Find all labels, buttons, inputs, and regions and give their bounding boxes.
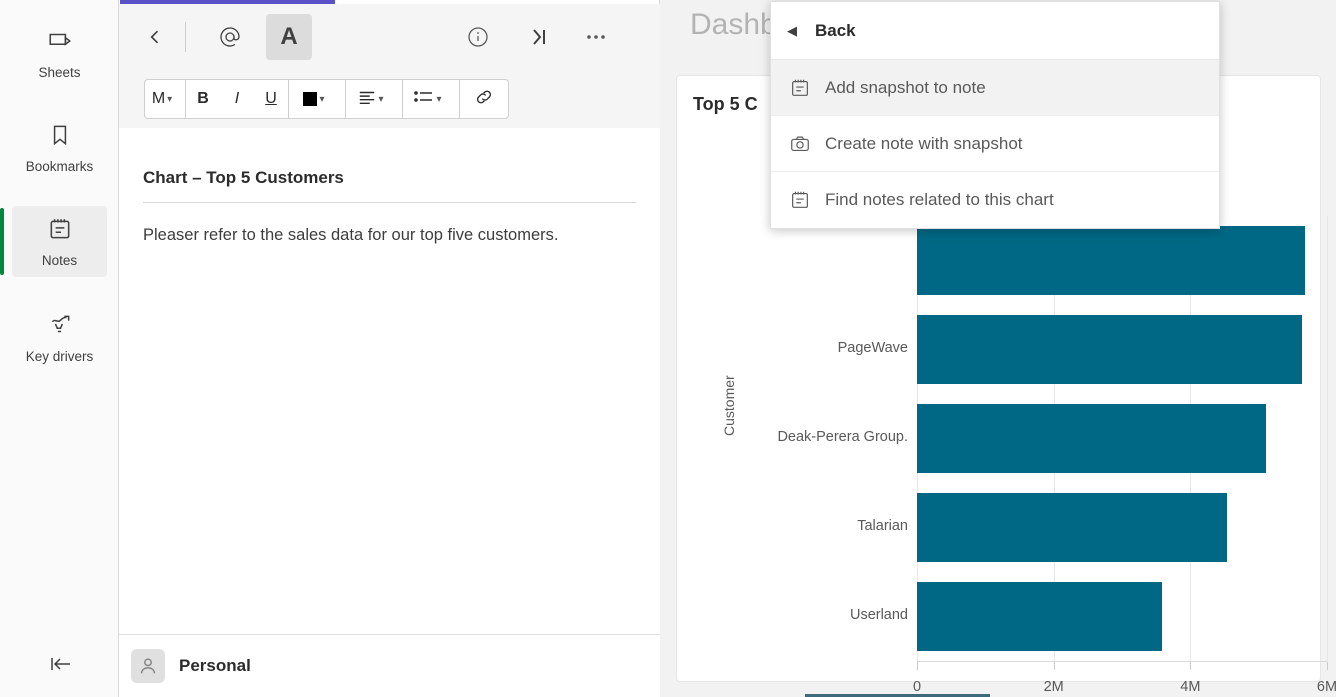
menu-item-list: Add snapshot to note Create note with sna… — [771, 60, 1219, 228]
chevron-down-icon: ▾ — [167, 93, 173, 105]
text-align-group: ▾ — [346, 79, 403, 119]
text-style-dropdown[interactable]: M ▾ — [145, 80, 185, 118]
sidebar-item-label: Sheets — [38, 65, 81, 80]
sidebar-item-notes[interactable]: Notes — [0, 206, 107, 278]
page-title: Dashb — [690, 8, 777, 41]
bookmark-icon — [47, 122, 73, 148]
info-button[interactable] — [458, 17, 498, 57]
active-indicator — [0, 208, 4, 276]
text-align-left-icon — [358, 89, 376, 110]
context-menu: ◀ Back Add snapshot to note Create note w… — [770, 1, 1220, 229]
link-group — [460, 79, 509, 119]
chevron-down-icon: ▾ — [378, 93, 384, 105]
sidebar-item-sheets[interactable]: Sheets — [12, 18, 107, 89]
bar[interactable] — [917, 492, 1228, 563]
note-title: Chart – Top 5 Customers — [143, 168, 636, 203]
text-emphasis-group: B I U — [186, 79, 289, 119]
link-icon — [474, 87, 494, 112]
x-tick-label: 2M — [1043, 679, 1064, 695]
category-label: PageWave — [837, 339, 908, 356]
sidebar-item-label: Key drivers — [25, 349, 94, 364]
x-tick-label: 0 — [912, 679, 922, 695]
x-tick-mark — [1053, 662, 1055, 670]
note-owner-label: Personal — [179, 656, 251, 675]
user-avatar-icon — [131, 649, 165, 683]
bar[interactable] — [917, 581, 1163, 652]
notes-panel: A M ▾ B I U ▾ ▾ ▾ Chart – Top 5 Customer… — [119, 0, 660, 697]
x-tick-mark — [917, 662, 918, 670]
text-format-toggle[interactable]: A — [266, 14, 312, 60]
menu-back-button[interactable]: ◀ Back — [771, 2, 1219, 60]
back-button[interactable] — [135, 17, 175, 57]
underline-button[interactable]: U — [254, 80, 288, 118]
list-dropdown[interactable]: ▾ — [403, 80, 459, 118]
x-axis-line — [917, 661, 1327, 662]
text-style-group: M ▾ — [144, 79, 186, 119]
bullet-list-icon — [414, 89, 434, 110]
formatting-toolbar: M ▾ B I U ▾ ▾ ▾ — [119, 70, 660, 128]
menu-item-label: Add snapshot to note — [825, 77, 986, 97]
bar[interactable] — [917, 314, 1303, 385]
camera-icon — [789, 133, 825, 155]
collapse-panel-button[interactable] — [0, 654, 119, 679]
bar[interactable] — [917, 403, 1267, 474]
note-editor-body[interactable]: Chart – Top 5 Customers Pleaser refer to… — [119, 128, 660, 634]
italic-button[interactable]: I — [220, 80, 254, 118]
notes-toolbar: A — [119, 4, 660, 70]
sheets-icon — [47, 28, 73, 54]
x-gridline — [1327, 216, 1328, 661]
sidebar-item-label: Bookmarks — [25, 159, 94, 174]
text-format-A-icon: A — [280, 23, 298, 50]
menu-item-label: Create note with snapshot — [825, 133, 1023, 153]
bar[interactable] — [917, 225, 1306, 296]
align-dropdown[interactable]: ▾ — [346, 80, 402, 118]
note-icon — [789, 77, 825, 99]
x-tick-mark — [1327, 662, 1328, 670]
category-label: Deak-Perera Group. — [777, 428, 908, 445]
note-paragraph: Pleaser refer to the sales data for our … — [143, 226, 559, 244]
collapse-panel-icon — [46, 658, 74, 678]
chart-title: Top 5 C — [693, 94, 758, 114]
color-swatch-icon — [303, 92, 318, 106]
x-tick-label: 6M — [1316, 679, 1336, 695]
app-root: Sheets Bookmarks Notes Key drivers A M ▾… — [0, 0, 1336, 697]
sidebar-item-bookmarks[interactable]: Bookmarks — [12, 112, 107, 183]
at-mention-button[interactable] — [210, 17, 250, 57]
note-icon — [789, 189, 825, 211]
insert-link-button[interactable] — [460, 80, 508, 118]
menu-item-0[interactable]: Add snapshot to note — [771, 60, 1219, 116]
key-drivers-icon — [47, 312, 73, 338]
text-color-dropdown[interactable]: ▾ — [289, 80, 345, 118]
more-options-button[interactable] — [576, 17, 616, 57]
notes-icon — [47, 216, 73, 242]
menu-item-1[interactable]: Create note with snapshot — [771, 116, 1219, 172]
sidebar-item-label: Notes — [41, 253, 78, 268]
left-rail: Sheets Bookmarks Notes Key drivers — [0, 0, 119, 697]
category-label: Talarian — [857, 517, 908, 534]
menu-item-label: Find notes related to this chart — [825, 190, 1054, 209]
text-color-group: ▾ — [289, 79, 346, 119]
x-tick-label: 4M — [1180, 679, 1201, 695]
collapse-right-button[interactable] — [518, 17, 558, 57]
caret-left-icon: ◀ — [787, 22, 797, 38]
menu-back-label: Back — [815, 20, 856, 40]
menu-item-2[interactable]: Find notes related to this chart — [771, 172, 1219, 228]
bold-button[interactable]: B — [186, 80, 220, 118]
category-label: Userland — [849, 606, 908, 623]
x-tick-mark — [1190, 662, 1192, 670]
note-footer: Personal — [119, 634, 660, 697]
sidebar-item-key-drivers[interactable]: Key drivers — [12, 302, 107, 373]
list-group: ▾ — [403, 79, 460, 119]
chevron-down-icon: ▾ — [319, 93, 325, 105]
y-axis-title: Customer — [721, 375, 737, 436]
text-style-label: M — [151, 90, 166, 107]
chevron-down-icon: ▾ — [436, 93, 442, 105]
toolbar-divider — [185, 22, 186, 52]
